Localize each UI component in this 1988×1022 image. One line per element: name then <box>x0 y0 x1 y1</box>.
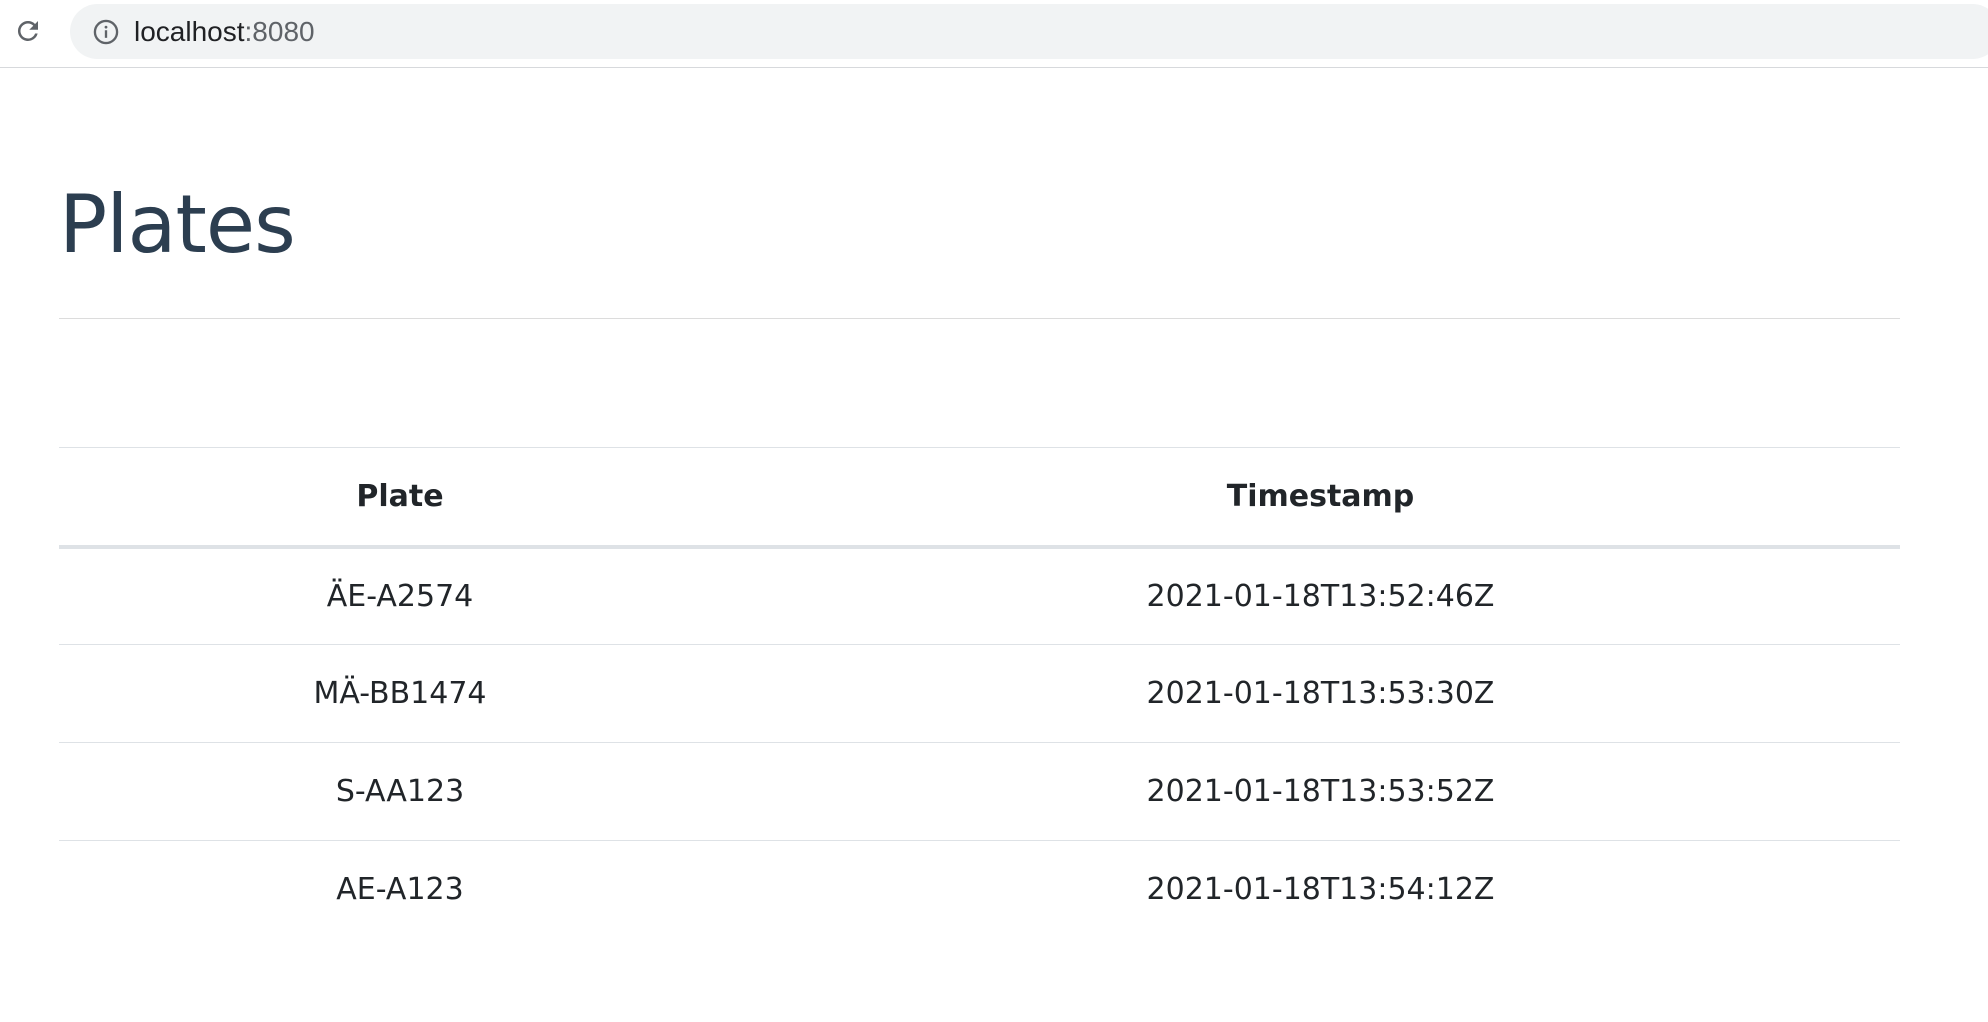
page-title: Plates <box>59 178 296 271</box>
table-header: Plate Timestamp <box>59 447 1900 547</box>
url-text[interactable]: localhost:8080 <box>134 16 315 48</box>
plates-table: Plate Timestamp ÄE-A2574 2021-01-18T13:5… <box>59 447 1900 939</box>
cell-plate: MÄ-BB1474 <box>313 676 487 711</box>
url-host: localhost <box>134 15 245 47</box>
cell-plate: ÄE-A2574 <box>326 578 474 614</box>
table-row: ÄE-A2574 2021-01-18T13:52:46Z <box>59 547 1900 645</box>
table-row: AE-A123 2021-01-18T13:54:12Z <box>59 841 1900 939</box>
table-header-row: Plate Timestamp <box>59 447 1900 547</box>
header-timestamp: Timestamp <box>1226 478 1415 514</box>
title-divider <box>59 318 1900 319</box>
browser-toolbar: localhost:8080 <box>0 0 1988 68</box>
cell-timestamp: 2021-01-18T13:54:12Z <box>1146 872 1495 908</box>
cell-plate: AE-A123 <box>336 872 464 908</box>
cell-timestamp: 2021-01-18T13:53:30Z <box>1146 676 1495 711</box>
url-port: :8080 <box>244 15 315 47</box>
reload-icon[interactable] <box>12 15 44 47</box>
cell-timestamp: 2021-01-18T13:53:52Z <box>1146 774 1495 809</box>
address-bar[interactable]: localhost:8080 <box>70 4 1988 59</box>
table-row: MÄ-BB1474 2021-01-18T13:53:30Z <box>59 645 1900 743</box>
cell-plate: S-AA123 <box>335 774 465 809</box>
cell-timestamp: 2021-01-18T13:52:46Z <box>1146 578 1495 614</box>
info-icon[interactable] <box>90 16 122 48</box>
table-body: ÄE-A2574 2021-01-18T13:52:46Z MÄ-BB1474 … <box>59 547 1900 939</box>
header-plate: Plate <box>356 478 444 514</box>
table-row: S-AA123 2021-01-18T13:53:52Z <box>59 743 1900 841</box>
